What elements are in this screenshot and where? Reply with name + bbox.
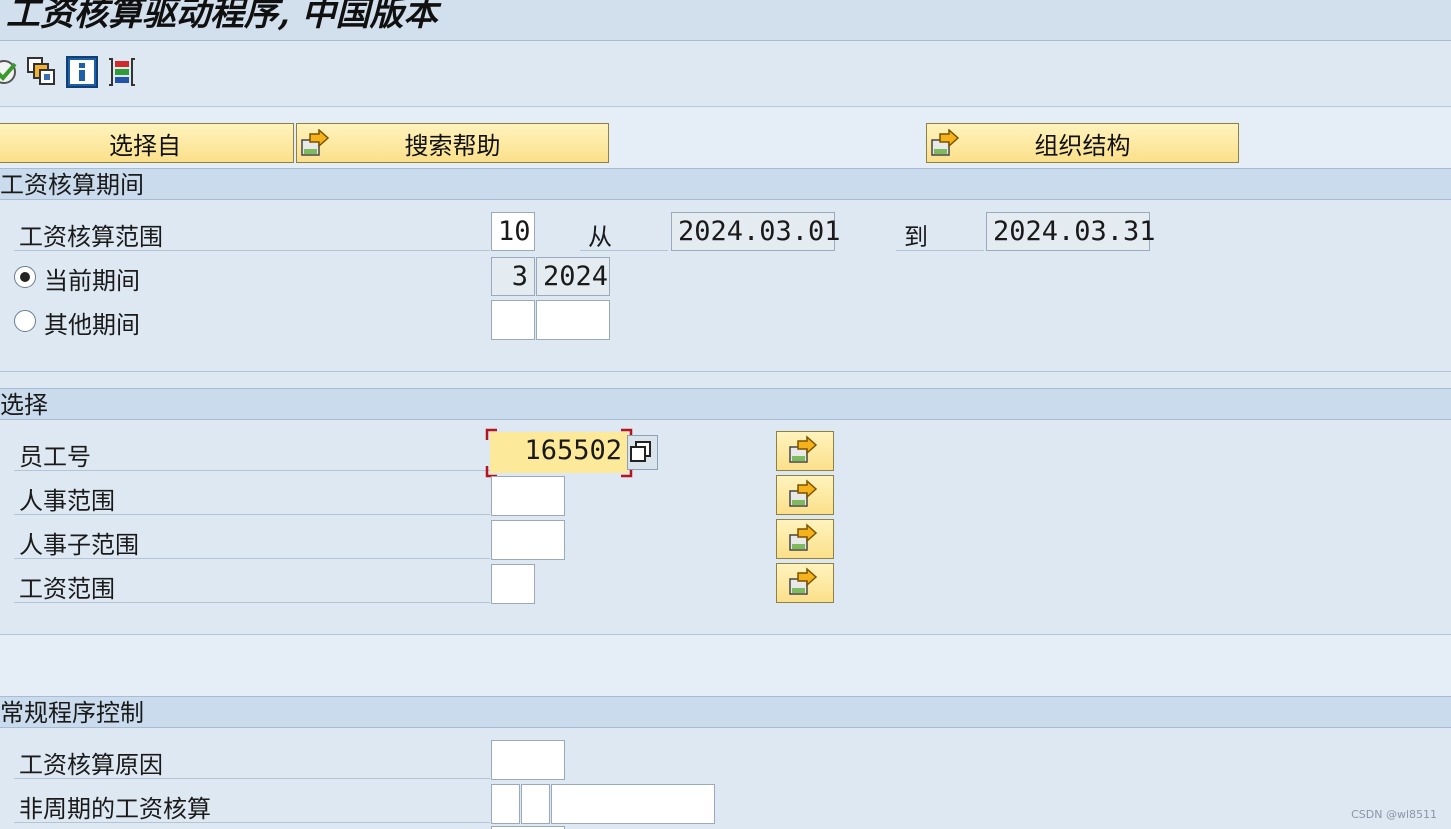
section-header-selection: 选择 — [0, 388, 1451, 420]
payroll-range-label: 工资范围 — [19, 575, 115, 603]
period-to-date: 2024.03.31 — [986, 212, 1156, 251]
personnel-area-label: 人事范围 — [19, 487, 115, 515]
offcycle-payroll-label: 非周期的工资核算 — [19, 795, 211, 823]
selection-options-icon[interactable] — [106, 56, 138, 88]
current-period-year: 2024 — [536, 257, 610, 296]
personnel-subarea-label: 人事子范围 — [19, 531, 139, 559]
section-header-payroll-period: 工资核算期间 — [0, 168, 1451, 200]
offcycle-indicator-input[interactable] — [491, 784, 520, 824]
payroll-area-label: 工资核算范围 — [19, 223, 163, 251]
label-underline — [14, 470, 490, 471]
search-help-label: 搜索帮助 — [404, 131, 501, 160]
current-period-month: 3 — [491, 257, 535, 296]
section-spacer — [0, 635, 1451, 696]
from-label: 从 — [588, 223, 612, 251]
org-structure-button[interactable]: 组织结构 — [926, 123, 1239, 163]
personnel-area-input[interactable] — [491, 476, 565, 516]
select-from-label: 选择自 — [109, 131, 181, 160]
watermark-text: CSDN @wl8511 — [1351, 808, 1437, 821]
arrow-right-icon — [930, 128, 960, 159]
multiple-selection-icon[interactable] — [627, 435, 658, 470]
info-icon[interactable] — [66, 56, 98, 88]
org-structure-label: 组织结构 — [1034, 131, 1131, 160]
current-period-radio[interactable] — [14, 266, 36, 288]
section-header-general-control: 常规程序控制 — [0, 696, 1451, 728]
label-underline — [14, 822, 490, 823]
other-period-year-input[interactable] — [536, 300, 610, 340]
label-underline — [14, 778, 490, 779]
title-bar: 工资核算驱动程序, 中国版本 — [0, 0, 1451, 41]
label-underline — [580, 250, 668, 251]
offcycle-type-input[interactable] — [521, 784, 550, 824]
label-underline — [14, 602, 490, 603]
other-period-radio[interactable] — [14, 310, 36, 332]
window-title: 工资核算驱动程序, 中国版本 — [6, 0, 438, 34]
arrow-right-icon — [789, 567, 818, 595]
arrow-right-icon — [300, 128, 330, 159]
label-underline — [14, 514, 490, 515]
application-toolbar — [0, 42, 1451, 107]
input-focus-brackets — [485, 428, 633, 478]
payroll-range-input[interactable] — [491, 564, 535, 604]
select-from-button[interactable]: 选择自 — [0, 123, 294, 163]
other-period-label: 其他期间 — [44, 311, 140, 339]
payroll-range-multiselect-button[interactable] — [776, 563, 834, 603]
radio-selected-dot — [20, 272, 30, 282]
offcycle-date-input[interactable] — [551, 784, 715, 824]
arrow-right-icon — [789, 435, 818, 463]
other-period-month-input[interactable] — [491, 300, 535, 340]
personnel-area-multiselect-button[interactable] — [776, 475, 834, 515]
variants-icon[interactable] — [26, 56, 58, 88]
execute-icon[interactable] — [0, 56, 22, 88]
payroll-reason-label: 工资核算原因 — [19, 751, 163, 779]
label-underline — [14, 558, 490, 559]
label-underline — [896, 250, 984, 251]
arrow-right-icon — [789, 523, 818, 551]
employee-multiselect-button[interactable] — [776, 431, 834, 471]
period-from-date: 2024.03.01 — [671, 212, 841, 251]
personnel-subarea-multiselect-button[interactable] — [776, 519, 834, 559]
personnel-subarea-input[interactable] — [491, 520, 565, 560]
to-label: 到 — [904, 223, 928, 251]
arrow-right-icon — [789, 479, 818, 507]
search-help-button[interactable]: 搜索帮助 — [296, 123, 609, 163]
label-underline — [14, 250, 490, 251]
current-period-label: 当前期间 — [44, 267, 140, 295]
general-control-section — [0, 729, 1451, 829]
payroll-area-input[interactable]: 10 — [491, 212, 535, 251]
payroll-reason-input[interactable] — [491, 740, 565, 780]
employee-number-label: 员工号 — [19, 443, 91, 471]
